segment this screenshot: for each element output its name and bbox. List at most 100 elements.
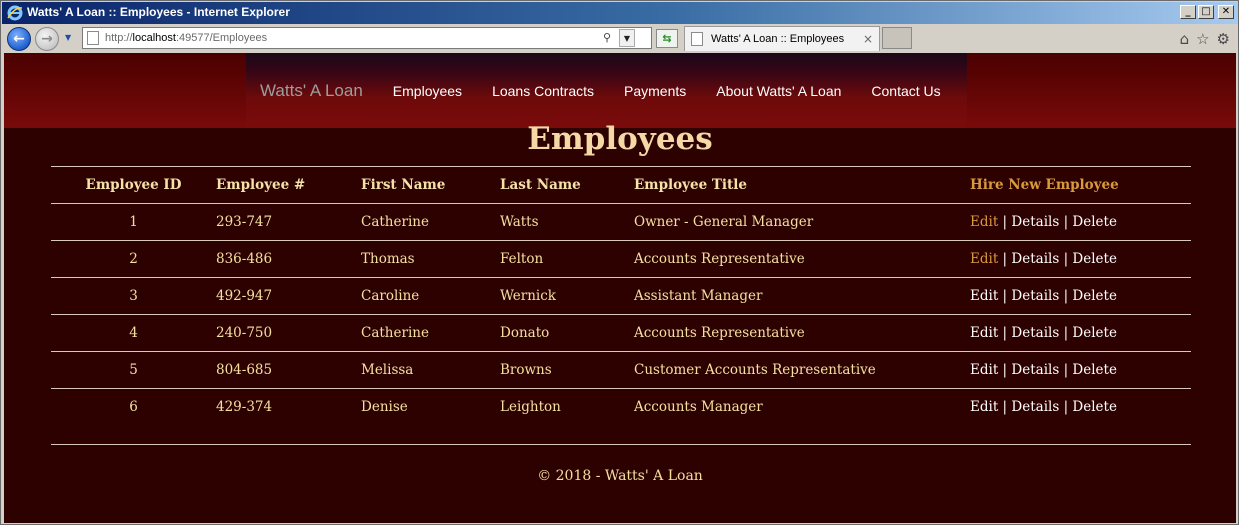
cell-first-name: Denise	[361, 388, 500, 426]
action-separator: |	[1063, 325, 1069, 341]
new-tab-button[interactable]	[882, 27, 912, 49]
edit-link[interactable]: Edit	[970, 288, 998, 304]
cell-employee-number: 836-486	[216, 240, 361, 278]
cell-employee-title: Accounts Representative	[634, 314, 970, 352]
cell-first-name: Catherine	[361, 203, 500, 241]
cell-employee-title: Accounts Manager	[634, 388, 970, 426]
cell-employee-id: 2	[51, 240, 216, 278]
cell-employee-title: Customer Accounts Representative	[634, 351, 970, 389]
table-row: 4 240-750 Catherine Donato Accounts Represen…	[51, 314, 1191, 352]
action-separator: |	[1063, 214, 1069, 230]
window-title: Watts' A Loan :: Employees - Internet Ex…	[27, 5, 290, 19]
maximize-button[interactable]: □	[1198, 5, 1214, 19]
nav-payments[interactable]: Payments	[624, 83, 686, 99]
delete-link[interactable]: Delete	[1072, 251, 1117, 267]
cell-last-name: Donato	[500, 314, 634, 352]
close-button[interactable]: ✕	[1218, 5, 1234, 19]
table-row: 3 492-947 Caroline Wernick Assistant Manager…	[51, 277, 1191, 315]
cell-last-name: Wernick	[500, 277, 634, 315]
row-actions: Edit | Details | Delete	[970, 277, 1191, 315]
favorites-star-icon[interactable]: ☆	[1196, 30, 1209, 48]
brand-link[interactable]: Watts' A Loan	[260, 81, 363, 101]
row-actions: Edit | Details | Delete	[970, 388, 1191, 426]
forward-arrow-icon: →	[41, 31, 53, 47]
row-actions: Edit | Details | Delete	[970, 314, 1191, 352]
edit-link[interactable]: Edit	[970, 362, 998, 378]
action-separator: |	[1002, 362, 1008, 378]
cell-first-name: Caroline	[361, 277, 500, 315]
delete-link[interactable]: Delete	[1072, 288, 1117, 304]
minimize-button[interactable]: _	[1180, 5, 1196, 19]
cell-first-name: Melissa	[361, 351, 500, 389]
tab-title: Watts' A Loan :: Employees	[711, 33, 845, 45]
edit-link[interactable]: Edit	[970, 399, 998, 415]
details-link[interactable]: Details	[1011, 399, 1059, 415]
cell-employee-id: 5	[51, 351, 216, 389]
address-url[interactable]: http://localhost:49577/Employees	[105, 32, 267, 44]
nav-loans-contracts[interactable]: Loans Contracts	[492, 83, 594, 99]
col-last-name: Last Name	[500, 166, 634, 204]
address-dropdown-button[interactable]: ▼	[619, 29, 635, 47]
internet-explorer-icon	[7, 5, 23, 21]
table-header-row: Employee ID Employee # First Name Last N…	[51, 166, 1191, 204]
details-link[interactable]: Details	[1011, 288, 1059, 304]
back-arrow-icon: ←	[13, 31, 25, 47]
cell-employee-number: 492-947	[216, 277, 361, 315]
address-bar[interactable]: http://localhost:49577/Employees ⚲ ▼	[82, 27, 652, 49]
row-actions: Edit | Details | Delete	[970, 240, 1191, 278]
tab-close-icon[interactable]: ×	[863, 32, 873, 46]
page-title: Employees	[527, 121, 713, 157]
cell-employee-id: 1	[51, 203, 216, 241]
details-link[interactable]: Details	[1011, 362, 1059, 378]
details-link[interactable]: Details	[1011, 214, 1059, 230]
tab-page-icon	[691, 32, 703, 46]
action-separator: |	[1002, 399, 1008, 416]
history-dropdown-icon[interactable]: ▼	[65, 33, 75, 43]
table-row: 6 429-374 Denise Leighton Accounts Manager Ed…	[51, 388, 1191, 426]
url-rest: :49577/Employees	[175, 32, 268, 44]
back-button[interactable]: ←	[7, 27, 31, 51]
site-navbar: Watts' A Loan Employees Loans Contracts …	[246, 53, 967, 128]
delete-link[interactable]: Delete	[1072, 399, 1117, 415]
hire-new-employee-link[interactable]: Hire New Employee	[970, 177, 1119, 193]
action-separator: |	[1063, 288, 1069, 304]
nav-employees[interactable]: Employees	[393, 83, 462, 99]
url-prefix: http://	[105, 32, 133, 44]
details-link[interactable]: Details	[1011, 325, 1059, 341]
refresh-button[interactable]: ⇆	[656, 29, 678, 48]
action-separator: |	[1002, 288, 1008, 304]
col-employee-id: Employee ID	[51, 166, 216, 204]
cell-employee-number: 293-747	[216, 203, 361, 241]
action-separator: |	[1063, 399, 1069, 416]
browser-tab[interactable]: Watts' A Loan :: Employees ×	[684, 26, 880, 51]
details-link[interactable]: Details	[1011, 251, 1059, 267]
table-row: 1 293-747 Catherine Watts Owner - General Ma…	[51, 203, 1191, 241]
delete-link[interactable]: Delete	[1072, 214, 1117, 230]
forward-button[interactable]: →	[35, 27, 59, 51]
cell-employee-id: 3	[51, 277, 216, 315]
edit-link[interactable]: Edit	[970, 325, 998, 341]
employees-table: Employee ID Employee # First Name Last N…	[51, 166, 1191, 426]
cell-last-name: Watts	[500, 203, 634, 241]
edit-link[interactable]: Edit	[970, 214, 998, 230]
search-icon[interactable]: ⚲	[603, 31, 617, 45]
nav-contact-us[interactable]: Contact Us	[871, 83, 940, 99]
delete-link[interactable]: Delete	[1072, 325, 1117, 341]
home-icon[interactable]: ⌂	[1180, 30, 1190, 48]
browser-window: Watts' A Loan :: Employees - Internet Ex…	[0, 0, 1239, 525]
action-separator: |	[1063, 362, 1069, 378]
cell-employee-id: 6	[51, 388, 216, 426]
settings-gear-icon[interactable]: ⚙	[1217, 30, 1230, 48]
nav-about[interactable]: About Watts' A Loan	[716, 83, 841, 99]
action-separator: |	[1063, 251, 1069, 267]
site-header: Watts' A Loan Employees Loans Contracts …	[4, 53, 1236, 128]
refresh-icon: ⇆	[662, 32, 672, 45]
table-row: 2 836-486 Thomas Felton Accounts Representat…	[51, 240, 1191, 278]
edit-link[interactable]: Edit	[970, 251, 998, 267]
cell-employee-number: 804-685	[216, 351, 361, 389]
row-actions: Edit | Details | Delete	[970, 351, 1191, 389]
delete-link[interactable]: Delete	[1072, 362, 1117, 378]
cell-first-name: Catherine	[361, 314, 500, 352]
row-actions: Edit | Details | Delete	[970, 203, 1191, 241]
footer-copyright: © 2018 - Watts' A Loan	[537, 468, 703, 484]
